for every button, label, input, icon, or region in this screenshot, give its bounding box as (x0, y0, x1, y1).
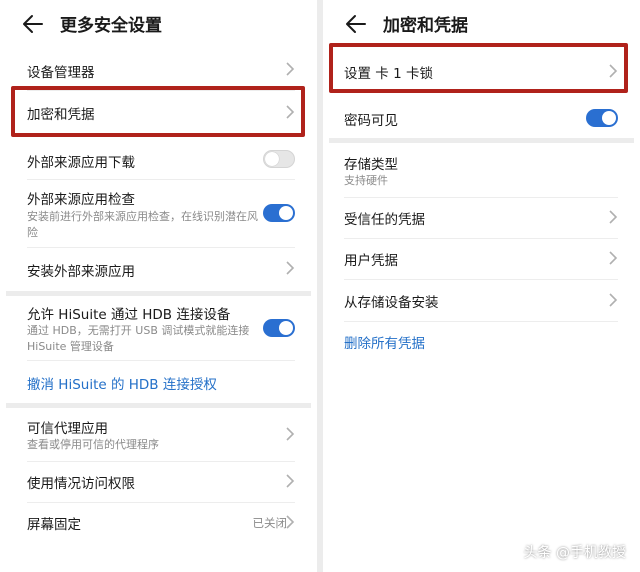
highlight-box (329, 43, 628, 93)
external-app-download-toggle[interactable] (263, 150, 295, 168)
clear-credentials-item[interactable]: 删除所有凭据 (323, 321, 640, 363)
header: 加密和凭据 (323, 0, 640, 48)
trust-agents-item[interactable]: 可信代理应用 查看或停用可信的代理程序 (0, 408, 317, 461)
item-label: 使用情况访问权限 (27, 476, 135, 492)
status-value: 已关闭 (252, 516, 288, 530)
external-app-check-toggle[interactable] (263, 204, 295, 222)
watermark: 头条 @手机教授 (523, 545, 626, 561)
allow-hisuite-hdb-toggle[interactable] (263, 319, 295, 337)
encryption-credentials-panel: 加密和凭据 设置 卡 1 卡锁 密码可见 存储类型 支持硬件 受信任的凭据 用户… (323, 0, 640, 572)
item-label: 用户凭据 (344, 253, 398, 269)
chevron-right-icon (286, 474, 295, 488)
user-credentials-item[interactable]: 用户凭据 (323, 238, 640, 279)
item-description: 通过 HDB，无需打开 USB 调试模式就能连接 HiSuite 管理设备 (27, 324, 250, 353)
item-label: 从存储设备安装 (344, 295, 439, 311)
page-title: 更多安全设置 (60, 16, 162, 36)
back-arrow-icon[interactable] (345, 14, 367, 34)
toggle-knob (265, 152, 279, 166)
show-passwords-toggle[interactable] (586, 109, 618, 127)
storage-type-item: 存储类型 支持硬件 (323, 143, 640, 197)
usage-access-item[interactable]: 使用情况访问权限 (0, 461, 317, 502)
item-label: 存储类型 (344, 157, 398, 173)
item-description: 支持硬件 (344, 174, 388, 187)
chevron-right-icon (609, 210, 618, 224)
screen-pinning-item[interactable]: 屏幕固定 已关闭 (0, 502, 317, 544)
toggle-knob (279, 206, 293, 220)
chevron-right-icon (609, 251, 618, 265)
clear-credentials-link[interactable]: 删除所有凭据 (344, 332, 425, 352)
install-from-storage-item[interactable]: 从存储设备安装 (323, 279, 640, 321)
page-title: 加密和凭据 (383, 16, 468, 36)
item-description: 查看或停用可信的代理程序 (27, 438, 159, 451)
item-label: 受信任的凭据 (344, 212, 425, 228)
external-app-check-item: 外部来源应用检查 安装前进行外部来源应用检查，在线识别潜在风险 (0, 179, 317, 245)
item-label: 外部来源应用下载 (27, 155, 135, 171)
item-label: 设备管理器 (27, 65, 95, 81)
revoke-link[interactable]: 撤消 HiSuite 的 HDB 连接授权 (27, 373, 217, 393)
install-external-apps-item[interactable]: 安装外部来源应用 (0, 247, 317, 289)
trusted-credentials-item[interactable]: 受信任的凭据 (323, 197, 640, 238)
header: 更多安全设置 (0, 0, 317, 48)
item-label: 密码可见 (344, 113, 398, 129)
chevron-right-icon (286, 427, 295, 441)
more-security-settings-panel: 更多安全设置 设备管理器 加密和凭据 外部来源应用下载 外部来源应用检查 安装前… (0, 0, 317, 572)
item-label: 安装外部来源应用 (27, 264, 135, 280)
toggle-knob (279, 321, 293, 335)
allow-hisuite-hdb-item: 允许 HiSuite 通过 HDB 连接设备 通过 HDB，无需打开 USB 调… (0, 296, 317, 362)
highlight-box (11, 86, 305, 137)
chevron-right-icon (609, 293, 618, 307)
item-label: 可信代理应用 (27, 421, 108, 437)
device-manager-item[interactable]: 设备管理器 (0, 48, 317, 90)
external-app-download-item: 外部来源应用下载 (0, 137, 317, 179)
chevron-right-icon (286, 62, 295, 76)
item-label: 屏幕固定 (27, 517, 81, 533)
item-label: 外部来源应用检查 (27, 192, 135, 208)
chevron-right-icon (286, 261, 295, 275)
back-arrow-icon[interactable] (22, 14, 44, 34)
item-label: 允许 HiSuite 通过 HDB 连接设备 (27, 307, 231, 323)
item-description: 安装前进行外部来源应用检查，在线识别潜在风险 (27, 210, 258, 239)
revoke-hisuite-authorization[interactable]: 撤消 HiSuite 的 HDB 连接授权 (0, 360, 317, 402)
show-passwords-item: 密码可见 (323, 96, 640, 138)
chevron-right-icon (286, 515, 295, 529)
toggle-knob (602, 111, 616, 125)
